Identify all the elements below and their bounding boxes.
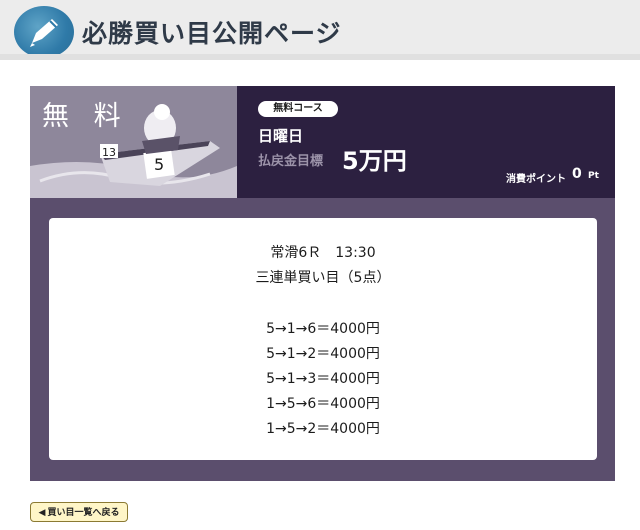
pick-line: 1→5→6＝4000円 (266, 396, 380, 412)
svg-text:13: 13 (102, 146, 116, 159)
arrow-left-icon: ◀ (38, 508, 46, 518)
page-title: 必勝買い目公開ページ (82, 19, 342, 48)
pick-line: 5→1→3＝4000円 (266, 371, 380, 387)
back-button-label: 買い目一覧へ戻る (47, 508, 120, 518)
picks-panel: 常滑6Ｒ 13:30 三連単買い目（5点） 5→1→6＝4000円 5→1→2＝… (49, 218, 597, 460)
points-label: 消費ポイント (506, 174, 566, 185)
pencil-icon (14, 6, 74, 58)
boat-race-image: 5 13 無 料 (30, 86, 237, 198)
bet-type: 三連単買い目（5点） (255, 270, 391, 286)
payout-target-value: 5万円 (342, 147, 407, 175)
race-info: 常滑6Ｒ 13:30 (270, 245, 376, 261)
plan-header: 5 13 無 料 無料コース 日曜日 払戻金目標 5万円 消費ポイント 0 Pt (30, 86, 615, 198)
pick-line: 5→1→6＝4000円 (266, 321, 380, 337)
points-unit: Pt (588, 171, 599, 181)
pick-line: 1→5→2＝4000円 (266, 421, 380, 437)
payout-target-label: 払戻金目標 (258, 154, 324, 169)
header-divider (0, 54, 640, 60)
svg-text:5: 5 (154, 155, 164, 174)
plan-card: 5 13 無 料 無料コース 日曜日 払戻金目標 5万円 消費ポイント 0 Pt… (30, 86, 615, 481)
pick-line: 5→1→2＝4000円 (266, 346, 380, 362)
course-badge: 無料コース (258, 101, 338, 117)
page-header: 必勝買い目公開ページ (0, 0, 640, 60)
race-day: 日曜日 (258, 127, 304, 145)
back-to-list-button[interactable]: ◀ 買い目一覧へ戻る (30, 502, 128, 522)
points-value: 0 (572, 166, 582, 182)
plan-type-label: 無 料 (42, 101, 129, 132)
